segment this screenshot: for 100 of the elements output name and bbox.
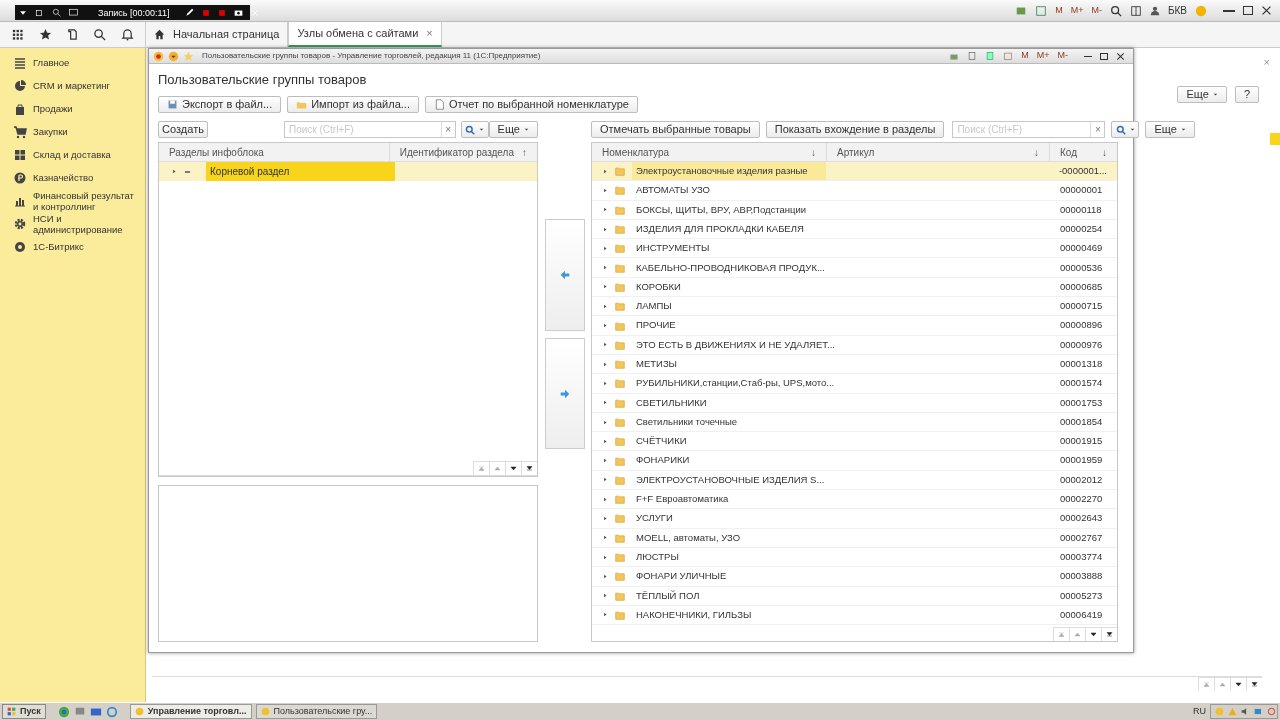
table-row[interactable]: ЛАМПЫ 00000715 bbox=[592, 297, 1117, 317]
scroll-down-button[interactable] bbox=[505, 461, 521, 475]
arrow-down-icon bbox=[1235, 681, 1242, 688]
language-indicator[interactable]: RU bbox=[1193, 704, 1206, 719]
selected-row bbox=[1270, 133, 1280, 145]
table-row[interactable]: КАБЕЛЬНО-ПРОВОДНИКОВАЯ ПРОДУК... 00000536 bbox=[592, 258, 1117, 278]
action-button[interactable]: Показать вхождение в разделы bbox=[765, 121, 945, 138]
column-header[interactable]: Артикул ↓ bbox=[827, 143, 1050, 161]
sidebar-item[interactable]: Склад и доставка bbox=[0, 143, 145, 166]
table-cell-text: 00002270 bbox=[1059, 492, 1104, 507]
search-button[interactable] bbox=[460, 121, 489, 138]
column-header[interactable]: Идентификатор раздела ↑ bbox=[389, 143, 537, 161]
user-name[interactable]: БКВ bbox=[1167, 3, 1187, 18]
folder-icon bbox=[614, 281, 626, 292]
sidebar-item[interactable]: CRM и маркетинг bbox=[0, 74, 145, 97]
table-row[interactable]: НАКОНЕЧНИКИ, ГИЛЬЗЫ 00006419 bbox=[592, 605, 1117, 626]
info-icon bbox=[1195, 4, 1207, 17]
table-row[interactable]: ЭТО ЕСТЬ В ДВИЖЕНИЯХ И НЕ УДАЛЯЕТ... 00000976 bbox=[592, 335, 1117, 355]
help-button[interactable]: ? bbox=[1234, 86, 1259, 103]
table-row[interactable]: КОРОБКИ 00000685 bbox=[592, 277, 1117, 298]
memory-button[interactable]: M bbox=[1021, 49, 1029, 63]
table-row[interactable]: MOELL, автоматы, УЗО 00002767 bbox=[592, 528, 1117, 548]
search-icon bbox=[52, 8, 61, 17]
table-row[interactable]: ФОНАРИ УЛИЧНЫЕ 00003888 bbox=[592, 567, 1117, 587]
table-row[interactable]: АВТОМАТЫ УЗО 00000001 bbox=[592, 181, 1117, 201]
table-row[interactable]: РУБИЛЬНИКИ,станции,Стаб-ры, UPS,мото... 00001574 bbox=[592, 374, 1117, 394]
memory-button[interactable]: M- bbox=[1057, 49, 1068, 63]
scroll-last-button[interactable] bbox=[1101, 627, 1117, 641]
close-icon bbox=[251, 8, 260, 17]
scroll-down-button[interactable] bbox=[1085, 627, 1101, 641]
sidebar-item[interactable]: Закупки bbox=[0, 120, 145, 143]
table-cell-text: ФОНАРИКИ bbox=[635, 453, 691, 468]
memory-button[interactable]: M+ bbox=[1036, 49, 1050, 63]
taskbar-button[interactable]: Пользовательские гру... bbox=[255, 704, 378, 719]
expand-icon bbox=[603, 186, 608, 194]
more-button[interactable]: Еще bbox=[1177, 86, 1227, 103]
table-row[interactable]: СЧЁТЧИКИ 00001915 bbox=[592, 432, 1117, 452]
arrow-up-icon bbox=[1074, 631, 1081, 638]
table-cell-text: 00000976 bbox=[1059, 337, 1104, 352]
command-button[interactable]: Импорт из файла... bbox=[287, 96, 419, 113]
sidebar-item[interactable]: Финансовый результат и контроллинг bbox=[0, 189, 145, 212]
table-row[interactable]: Корневой раздел bbox=[159, 162, 537, 181]
table-row[interactable]: МЕТИЗЫ 00001318 bbox=[592, 354, 1117, 375]
memory-button[interactable]: M bbox=[1055, 3, 1063, 18]
table-row[interactable]: ИЗДЕЛИЯ ДЛЯ ПРОКЛАДКИ КАБЕЛЯ 00000254 bbox=[592, 219, 1117, 240]
sidebar-item[interactable]: Продажи bbox=[0, 97, 145, 120]
table-row[interactable]: ПРОЧИЕ 00000896 bbox=[592, 316, 1117, 336]
create-button[interactable]: Создать bbox=[158, 121, 208, 138]
more-button[interactable]: Еще bbox=[488, 121, 538, 138]
table-cell-text: 00002012 bbox=[1059, 472, 1104, 487]
command-button[interactable]: Отчет по выбранной номенклатуре bbox=[424, 96, 638, 113]
memory-button[interactable]: M- bbox=[1091, 3, 1102, 18]
sidebar-item[interactable]: Главное bbox=[0, 51, 145, 74]
column-header[interactable]: Разделы инфоблока bbox=[159, 143, 390, 161]
arrow-down-icon bbox=[1090, 631, 1097, 638]
sidebar-item[interactable]: 1С-Битрикс bbox=[0, 235, 145, 258]
table-row[interactable]: ЛЮСТРЫ 00003774 bbox=[592, 547, 1117, 568]
table-cell-text: ЭЛЕКТРОУСТАНОВОЧНЫЕ ИЗДЕЛИЯ S... bbox=[635, 472, 826, 487]
table-cell-text: 00001959 bbox=[1059, 453, 1104, 468]
memory-button[interactable]: M+ bbox=[1070, 3, 1084, 18]
arrow-last-icon bbox=[526, 465, 533, 472]
sidebar-item[interactable]: НСИ и администрирование bbox=[0, 212, 145, 235]
table-row[interactable]: Светильники точечные 00001854 bbox=[592, 412, 1117, 433]
sidebar-item[interactable]: Казначейство bbox=[0, 166, 145, 189]
calendar-icon bbox=[1003, 51, 1014, 61]
maximize-button[interactable] bbox=[1100, 52, 1108, 60]
table-row[interactable]: F+F Евроавтоматика 00002270 bbox=[592, 490, 1117, 510]
more-button[interactable]: Еще bbox=[1145, 121, 1195, 138]
minimize-button[interactable] bbox=[1223, 9, 1235, 12]
column-header[interactable]: Код ↓ bbox=[1050, 143, 1117, 161]
close-tab-button[interactable]: × bbox=[426, 25, 433, 42]
scroll-last-button[interactable] bbox=[521, 461, 537, 475]
scroll-last-button[interactable] bbox=[1246, 677, 1262, 691]
table-row[interactable]: ЭЛЕКТРОУСТАНОВОЧНЫЕ ИЗДЕЛИЯ S... 00002012 bbox=[592, 470, 1117, 491]
table-row[interactable]: УСЛУГИ 00002643 bbox=[592, 509, 1117, 529]
folder-icon bbox=[614, 243, 626, 254]
table-row[interactable]: Электроустановочные изделия разные -0000001... bbox=[592, 162, 1117, 182]
table-row[interactable]: СВЕТИЛЬНИКИ 00001753 bbox=[592, 393, 1117, 413]
tab[interactable]: Узлы обмена с сайтами × bbox=[288, 22, 442, 47]
table-cell-text: 00000715 bbox=[1059, 299, 1104, 314]
table-cell-text: 00000001 bbox=[1059, 183, 1104, 198]
folder-icon bbox=[614, 204, 626, 215]
table-row[interactable]: ФОНАРИКИ 00001959 bbox=[592, 451, 1117, 471]
table-row[interactable]: БОКСЫ, ЩИТЫ, ВРУ, АВР,Подстанции 00000118 bbox=[592, 200, 1117, 220]
taskbar-button[interactable]: Управление торговл... bbox=[129, 704, 252, 719]
search-button[interactable] bbox=[1111, 121, 1140, 138]
command-button[interactable]: Экспорт в файл... bbox=[158, 96, 282, 113]
maximize-button[interactable] bbox=[1243, 6, 1253, 15]
minimize-button[interactable] bbox=[1084, 55, 1092, 57]
action-button[interactable]: Отмечать выбранные товары bbox=[591, 121, 760, 138]
expand-icon bbox=[603, 611, 608, 619]
windows-logo-icon bbox=[7, 707, 16, 716]
scroll-down-button[interactable] bbox=[1230, 677, 1246, 691]
tab[interactable]: Начальная страница bbox=[145, 22, 289, 47]
column-header[interactable]: Номенклатура ↓ bbox=[592, 143, 827, 161]
table-row[interactable]: ТЁПЛЫЙ ПОЛ 00005273 bbox=[592, 586, 1117, 606]
expand-icon bbox=[603, 553, 608, 561]
start-button[interactable]: Пуск bbox=[2, 704, 46, 719]
table-row[interactable]: ИНСТРУМЕНТЫ 00000469 bbox=[592, 239, 1117, 259]
table-cell-text: F+F Евроавтоматика bbox=[635, 492, 730, 507]
